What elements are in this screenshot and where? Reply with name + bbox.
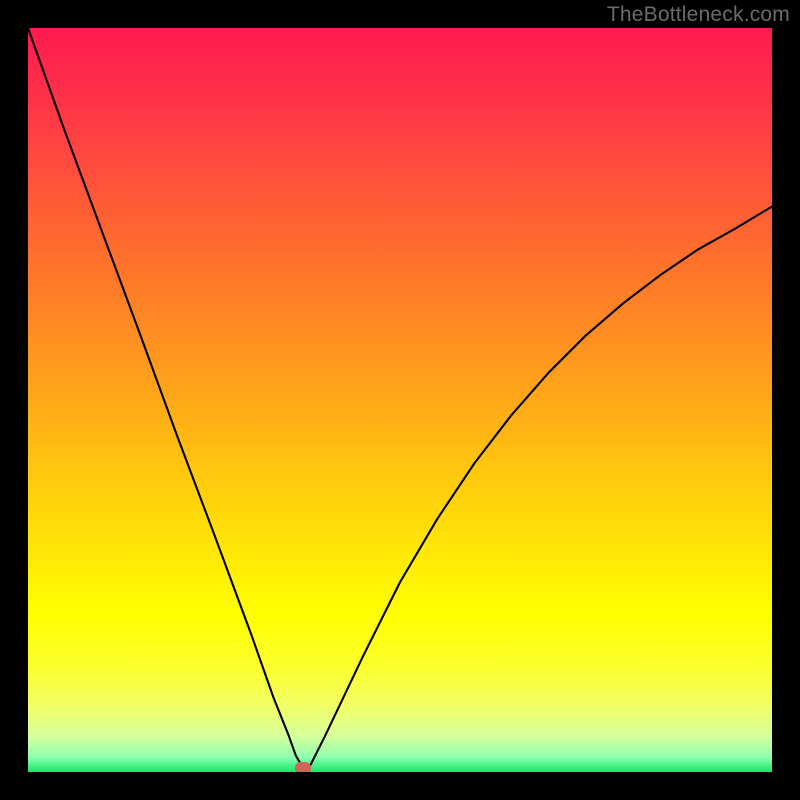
plot-area bbox=[28, 28, 772, 772]
watermark-text: TheBottleneck.com bbox=[607, 3, 790, 27]
optimal-point-marker bbox=[295, 762, 311, 772]
bottleneck-curve bbox=[28, 28, 772, 772]
chart-frame: TheBottleneck.com bbox=[0, 0, 800, 800]
